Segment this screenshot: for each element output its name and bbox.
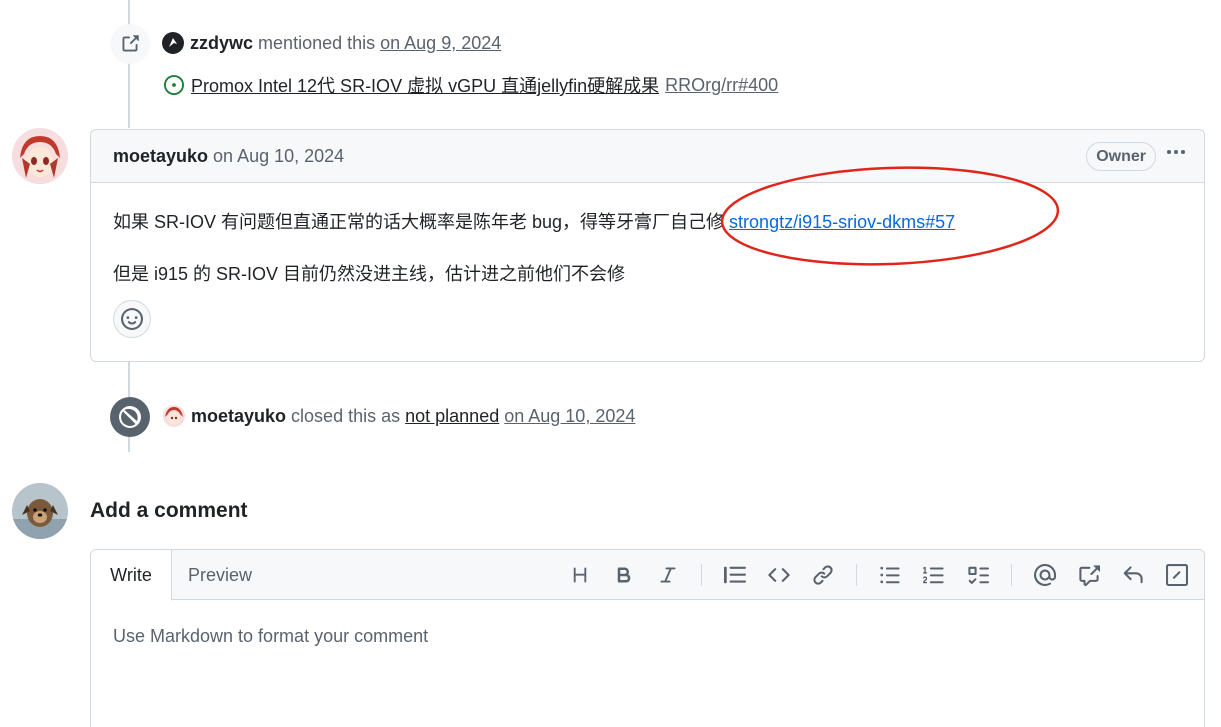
close-reason[interactable]: not planned	[405, 406, 499, 426]
skip-icon	[119, 406, 141, 428]
referenced-issue-title[interactable]: Promox Intel 12代 SR-IOV 虚拟 vGPU 直通jellyf…	[191, 72, 659, 98]
comment-editor: Write Preview Use Markdown to format you…	[90, 549, 1205, 727]
toolbar-separator	[856, 564, 857, 586]
ordered-list-icon[interactable]	[921, 562, 947, 588]
add-comment-heading: Add a comment	[90, 499, 248, 522]
tab-preview-label: Preview	[188, 564, 253, 585]
tab-preview[interactable]: Preview	[188, 550, 252, 600]
unordered-list-icon[interactable]	[877, 562, 903, 588]
avatar-zzdywc[interactable]	[162, 32, 184, 54]
reply-icon[interactable]	[1120, 562, 1146, 588]
red-circle-annotation	[720, 166, 1060, 266]
close-date[interactable]: on Aug 10, 2024	[504, 406, 635, 426]
bold-icon[interactable]	[611, 562, 637, 588]
comment-paragraph-2: 但是 i915 的 SR-IOV 目前仍然没进主线，估计进之前他们不会修	[113, 264, 626, 284]
issue-opened-icon	[164, 75, 184, 95]
mention-username[interactable]: zzdywc	[190, 33, 253, 53]
cross-reference-badge	[110, 24, 150, 64]
referenced-issue-repo[interactable]: RROrg/rr#400	[665, 75, 778, 96]
cross-reference-icon[interactable]	[1076, 562, 1102, 588]
add-reaction-button[interactable]	[113, 300, 151, 338]
tab-write[interactable]: Write	[91, 550, 172, 601]
timeline-line-top	[128, 0, 130, 128]
slash-commands-icon[interactable]	[1164, 562, 1190, 588]
close-username[interactable]: moetayuko	[191, 406, 286, 426]
smiley-icon	[121, 308, 143, 330]
editor-tab-bar: Write Preview	[91, 550, 1204, 601]
current-user-avatar[interactable]	[12, 483, 68, 539]
link-icon[interactable]	[810, 562, 836, 588]
kebab-horizontal-icon[interactable]	[1164, 140, 1188, 170]
comment-author[interactable]: moetayuko	[113, 146, 208, 166]
owner-badge: Owner	[1086, 142, 1156, 171]
avatar-moetayuko[interactable]	[12, 128, 68, 184]
comment-date[interactable]: on Aug 10, 2024	[213, 146, 344, 166]
closed-badge	[110, 397, 150, 437]
mention-date[interactable]: on Aug 9, 2024	[380, 33, 501, 53]
mention-action: mentioned this	[258, 33, 376, 53]
heading-icon[interactable]	[567, 562, 593, 588]
comment-textarea-placeholder[interactable]: Use Markdown to format your comment	[113, 626, 428, 647]
toolbar-separator	[1011, 564, 1012, 586]
toolbar-separator	[701, 564, 702, 586]
task-list-icon[interactable]	[965, 562, 991, 588]
quote-icon[interactable]	[722, 562, 748, 588]
mention-event-line: zzdywc mentioned this on Aug 9, 2024	[190, 33, 501, 54]
close-event-line: moetayuko closed this as not planned on …	[191, 406, 635, 427]
italic-icon[interactable]	[655, 562, 681, 588]
referenced-issue-row: Promox Intel 12代 SR-IOV 虚拟 vGPU 直通jellyf…	[164, 72, 778, 98]
comment-text-1: 如果 SR-IOV 有问题但直通正常的话大概率是陈年老 bug，得等牙膏厂自己修	[113, 212, 730, 232]
code-icon[interactable]	[766, 562, 792, 588]
comment-meta: moetayuko on Aug 10, 2024	[113, 146, 344, 167]
mention-icon[interactable]	[1032, 562, 1058, 588]
external-link-icon	[122, 35, 139, 52]
tab-write-label: Write	[110, 564, 152, 585]
avatar-moetayuko-small[interactable]	[163, 405, 185, 427]
close-action: closed this as	[291, 406, 401, 426]
